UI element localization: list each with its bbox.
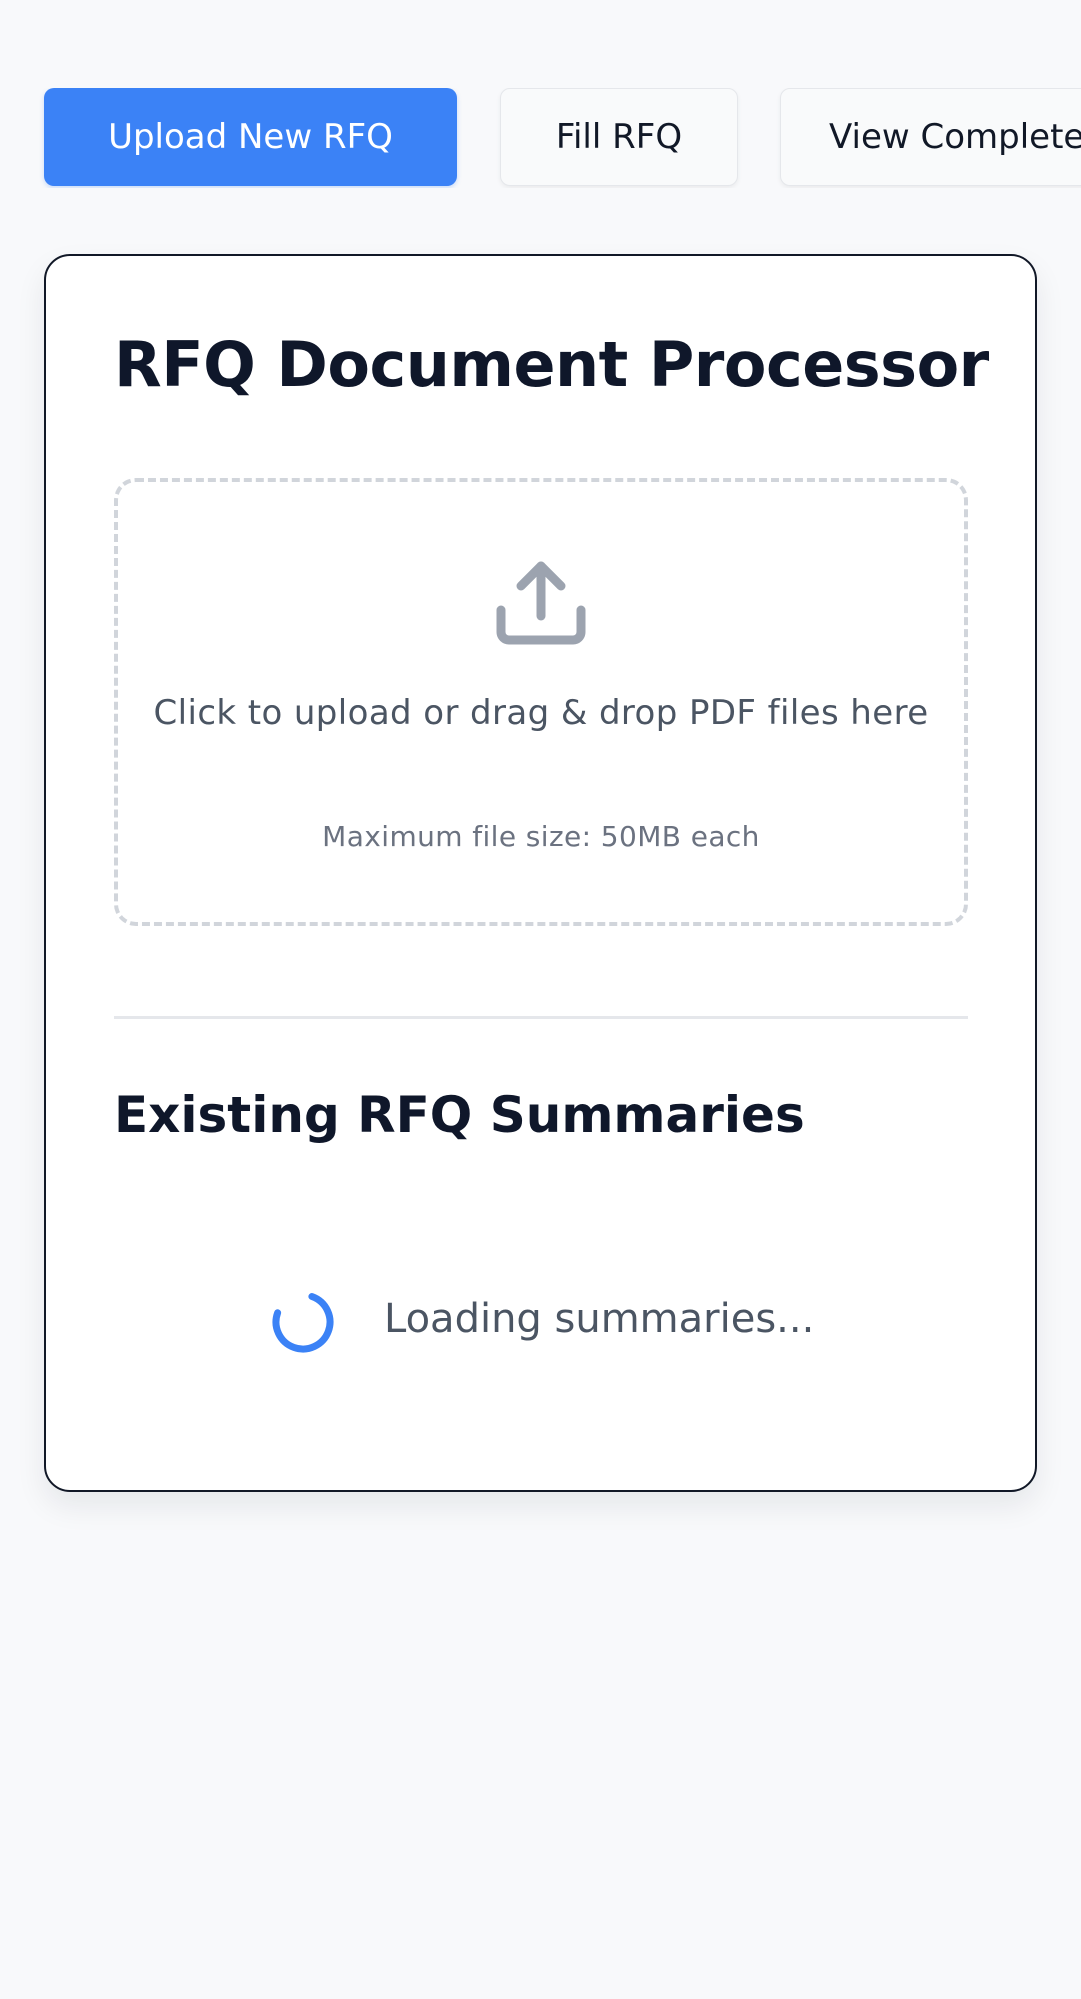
section-divider: [114, 1016, 968, 1019]
tab-view-completed-rfqs[interactable]: View Completed RFQs: [780, 88, 1081, 186]
tab-upload-new-rfq[interactable]: Upload New RFQ: [44, 88, 457, 186]
file-dropzone[interactable]: Click to upload or drag & drop PDF files…: [114, 478, 968, 926]
loading-text: Loading summaries...: [384, 1296, 815, 1342]
tab-fill-rfq[interactable]: Fill RFQ: [500, 88, 738, 186]
upload-icon: [491, 554, 591, 654]
tab-bar: Upload New RFQ Fill RFQ View Completed R…: [0, 88, 1081, 188]
max-file-size-note: Maximum file size: 50MB each: [322, 820, 760, 853]
spinner-icon: [271, 1290, 335, 1354]
summaries-heading: Existing RFQ Summaries: [114, 1086, 805, 1144]
loading-indicator: Loading summaries...: [46, 1282, 1035, 1362]
dropzone-instructions: Click to upload or drag & drop PDF files…: [153, 693, 929, 733]
page-title: RFQ Document Processor: [114, 328, 989, 401]
rfq-processor-card: RFQ Document Processor Click to upload o…: [44, 254, 1037, 1492]
